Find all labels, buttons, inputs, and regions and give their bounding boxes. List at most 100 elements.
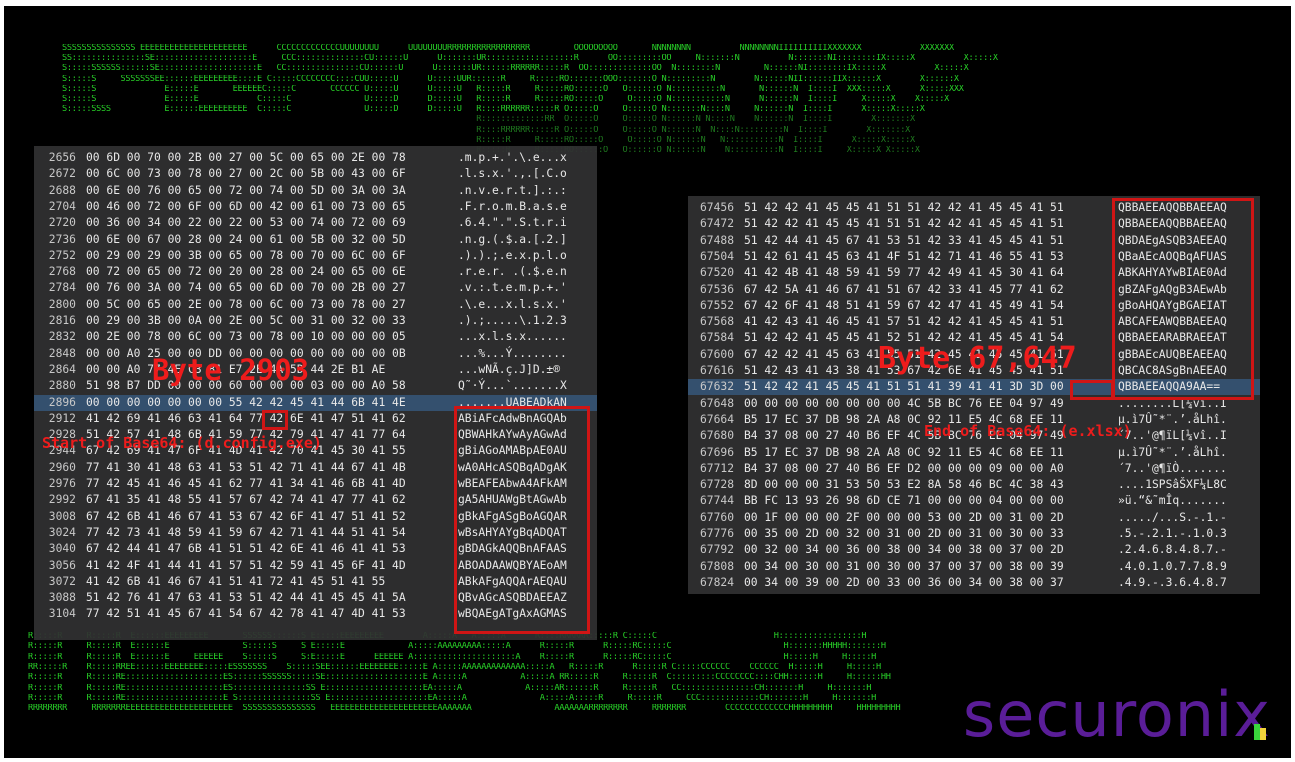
hex-offset: 3104 [48, 607, 76, 621]
ascii-art-segment: SSSSSSSSSSSSSSS EEEEEEEEEEEEEEEEEEEEEE C… [62, 44, 954, 53]
hex-ascii: ...%...Ý........ [458, 346, 567, 360]
hex-bytes: 67 42 44 41 47 6B 41 51 51 42 6E 41 46 4… [86, 542, 406, 556]
hex-bytes: 67 42 5A 41 46 67 41 51 67 42 33 41 45 7… [744, 282, 1064, 296]
hex-offset: 67552 [699, 298, 734, 312]
ascii-art-segment: SS:::::::::::::::SE::::::::::::::::::::E… [62, 54, 998, 64]
hex-ascii: .\.e...x.l.s.x.' [458, 297, 567, 311]
hex-offset: 2768 [48, 265, 76, 279]
ascii-art-line: R:::::R R:::::RO:::::O O:::::O N::::::N … [4, 136, 1291, 145]
hex-bytes: 00 36 00 34 00 22 00 22 00 53 00 74 00 7… [86, 216, 406, 230]
ascii-art-segment: R:::::R R:::::RO:::::O O:::::O N::::::N … [62, 135, 915, 145]
hex-ascii: .5.-.2.1.-.1.0.3 [1118, 527, 1227, 540]
hex-bytes: 00 34 00 39 00 2D 00 33 00 36 00 34 00 3… [744, 575, 1064, 589]
hex-bytes: 51 42 61 41 45 63 41 4F 51 42 71 41 46 5… [744, 249, 1064, 263]
hex-row: 2656 00 6D 00 70 00 2B 00 27 00 5C 00 65 … [34, 150, 597, 166]
brand-wordmark: securonix [962, 678, 1271, 751]
hex-offset: 67632 [699, 380, 734, 394]
hex-bytes: 00 32 00 34 00 36 00 38 00 34 00 38 00 3… [744, 543, 1064, 557]
hex-ascii: ....1SPSâŠXF¼L8C [1118, 478, 1227, 492]
hex-bytes: 00 34 00 30 00 31 00 30 00 37 00 37 00 3… [744, 559, 1064, 573]
hex-bytes: 00 6D 00 70 00 2B 00 27 00 5C 00 65 00 2… [86, 151, 406, 164]
hex-ascii: .6.4.".".S.t.r.i [458, 216, 567, 230]
hex-offset: 67536 [699, 282, 734, 296]
hex-bytes: 00 6E 00 67 00 28 00 24 00 61 00 5B 00 3… [86, 232, 406, 246]
hex-offset: 2672 [48, 167, 76, 181]
hex-offset: 2880 [48, 379, 76, 393]
hex-ascii: .4.9.-.3.6.4.8.7 [1118, 575, 1227, 589]
hex-offset: 67680 [699, 429, 734, 443]
brand-logo-mark [1254, 724, 1266, 740]
hex-bytes: 51 42 76 41 47 63 41 53 51 42 44 41 45 4… [86, 591, 406, 605]
hex-row: 2880 51 98 B7 DD 00 00 00 60 00 00 00 03 … [34, 378, 597, 394]
hex-bytes: 77 42 51 41 45 67 41 54 67 42 78 41 47 4… [86, 607, 406, 621]
hex-offset: 2784 [48, 281, 76, 295]
ascii-art-line: S:::::SSSSSS::::::SE::::::::::::::::::::… [4, 64, 1291, 73]
hex-bytes: 77 42 45 41 46 45 41 62 77 41 34 41 46 6… [86, 477, 406, 490]
hex-row: 2720 00 36 00 34 00 22 00 22 00 53 00 74 … [34, 215, 597, 231]
screenshot-frame: SSSSSSSSSSSSSSS EEEEEEEEEEEEEEEEEEEEEE C… [4, 6, 1291, 758]
hex-bytes: 8D 00 00 00 31 53 50 53 E2 8A 58 46 BC 4… [744, 478, 1064, 492]
highlight-box-end-byte [1070, 380, 1114, 400]
hex-bytes: 00 00 00 00 00 00 00 55 42 42 45 41 44 6… [86, 395, 406, 409]
hex-bytes: 67 42 6F 41 48 51 41 59 67 42 47 41 45 4… [744, 298, 1064, 312]
hex-offset: 67504 [699, 249, 734, 263]
hex-bytes: 51 42 42 41 45 45 41 51 51 41 39 41 41 3… [744, 380, 1064, 394]
hex-bytes: 00 6E 00 76 00 65 00 72 00 74 00 5D 00 3… [86, 183, 406, 197]
hex-offset: 67456 [699, 201, 734, 214]
hex-offset: 67712 [699, 461, 734, 475]
hex-row: 2752 00 29 00 29 00 3B 00 65 00 78 00 70 … [34, 248, 597, 264]
hex-bytes: 00 72 00 65 00 72 00 20 00 28 00 24 00 6… [86, 265, 406, 279]
ascii-art-segment: S:::::S E:::::E C:::::C U:::::D D:::::U … [62, 95, 950, 104]
hex-ascii: ´7..'@¶ïÒ....... [1118, 461, 1227, 475]
hex-row: 67776 00 35 00 2D 00 32 00 31 00 2D 00 31… [688, 526, 1260, 542]
hex-row: 2864 00 00 A0 77 4E C3 81 E7 2E 4A 5D 44 … [34, 362, 597, 378]
hex-offset: 67664 [699, 412, 734, 426]
hex-offset: 67744 [699, 494, 734, 508]
hex-bytes: B4 37 08 00 27 40 B6 EF D2 00 00 00 09 0… [744, 461, 1064, 475]
hex-bytes: 00 76 00 3A 00 74 00 65 00 6D 00 70 00 2… [86, 281, 406, 295]
hex-ascii: ´7..'@¶ïL[¼vî..I [1118, 429, 1227, 443]
hex-ascii: .n.g.(.$.a.[.2.] [458, 232, 567, 246]
ascii-art-line: S:::::S E:::::E C:::::C U:::::D D:::::U … [4, 95, 1291, 104]
hex-ascii: ...wNÃ.ç.J]D.±® [458, 362, 561, 376]
hex-row: 67744 BB FC 13 93 26 98 6D CE 71 00 00 00… [688, 493, 1260, 509]
hex-offset: 2912 [48, 411, 76, 425]
ascii-art-segment: R:::::R R:::::R E::::::E S:::::S S E::::… [28, 642, 886, 652]
hex-row: 2816 00 29 00 3B 00 0A 00 2E 00 5C 00 31 … [34, 313, 597, 329]
hex-bytes: 00 00 00 00 00 00 00 00 4C 5B BC 76 EE 0… [744, 396, 1064, 410]
hex-offset: 3088 [48, 591, 76, 605]
hex-ascii: .r.e.r. .(.$.e.n [458, 265, 567, 279]
ascii-art-line: RR:::::R R:::::RREE::::::EEEEEEEE:::::ES… [4, 663, 1291, 672]
hex-offset: 2896 [48, 395, 76, 409]
ascii-art-segment: R:::::R R:::::R E::::::E EEEEEE S:::::S … [28, 652, 877, 662]
ascii-art-line: R:::::R R:::::R E::::::E EEEEEE S:::::S … [4, 653, 1291, 662]
hex-row: 67824 00 34 00 39 00 2D 00 33 00 36 00 34… [688, 575, 1260, 591]
highlight-box-left-base64 [454, 406, 590, 634]
hex-ascii: .4.0.1.0.7.7.8.9 [1118, 559, 1227, 573]
hex-offset: 67824 [699, 575, 734, 589]
hex-row: 67728 8D 00 00 00 31 53 50 53 E2 8A 58 46… [688, 477, 1260, 493]
hex-offset: 67776 [699, 527, 734, 540]
hex-offset: 2976 [48, 477, 76, 490]
ascii-art-segment: R:::::::::::::RR O:::::O O:::::O N::::::… [62, 115, 915, 125]
hex-offset: 2960 [48, 460, 76, 474]
hex-offset: 67520 [699, 266, 734, 280]
annotation-right-caption: End of Base64: (e.xlsx) [924, 422, 1132, 440]
hex-offset: 2688 [48, 183, 76, 197]
hex-offset: 3072 [48, 574, 76, 588]
hex-offset: 67728 [699, 478, 734, 492]
hex-offset: 2736 [48, 232, 76, 246]
hex-offset: 3040 [48, 542, 76, 556]
hex-row: 2848 00 00 A0 25 00 00 DD 00 00 00 00 00 … [34, 346, 597, 362]
hex-ascii: µ.ì7Û˜*¨.’.åLhî. [1118, 445, 1227, 459]
hex-ascii: .v.:.t.e.m.p.+.' [458, 281, 567, 295]
hex-offset: 67568 [699, 315, 734, 329]
hex-row: 67808 00 34 00 30 00 31 00 30 00 37 00 37… [688, 559, 1260, 575]
hex-offset: 2816 [48, 314, 76, 327]
ascii-art-line: R:::::::::::::RR O:::::O O:::::O N::::::… [4, 115, 1291, 124]
hex-offset: 3008 [48, 509, 76, 523]
hex-offset: 67600 [699, 347, 734, 361]
hex-ascii: .l.s.x.'.,.[.C.o [458, 167, 567, 181]
ascii-art-line: S:::::SSSS E::::::EEEEEEEEEE C:::::C U::… [4, 105, 1291, 114]
hex-ascii: .F.r.o.m.B.a.s.e [458, 199, 567, 213]
